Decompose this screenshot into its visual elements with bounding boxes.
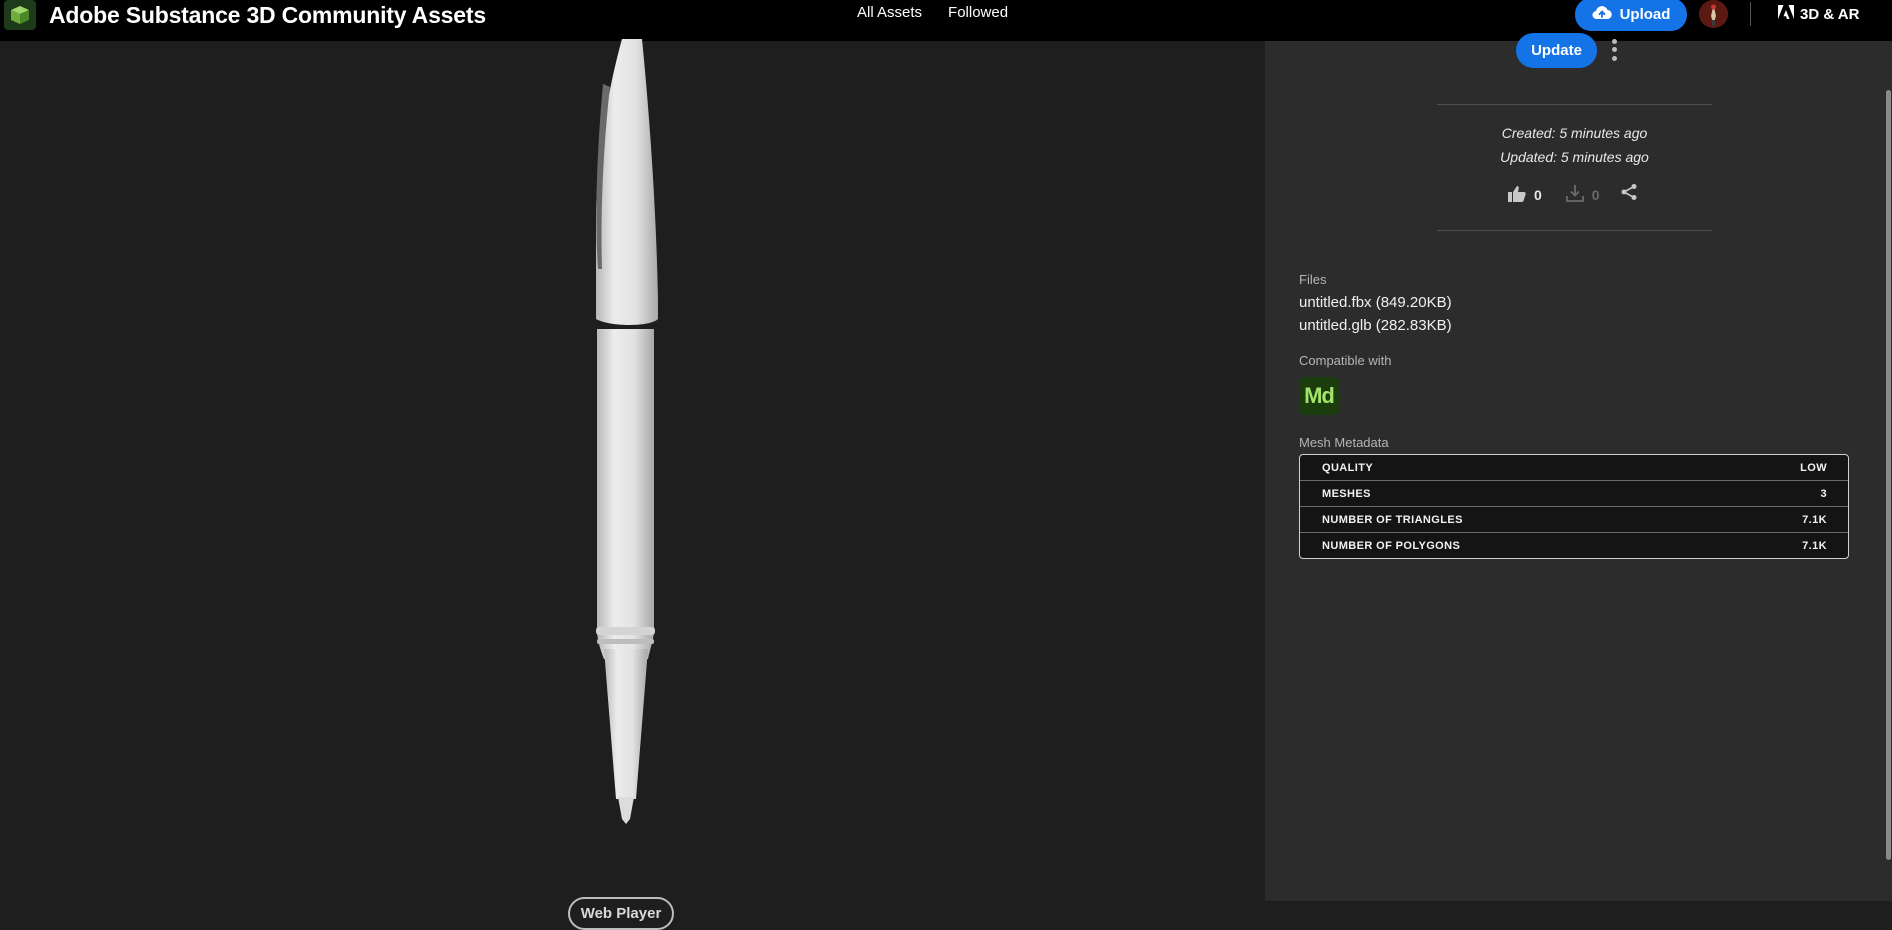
compatible-label: Compatible with [1299, 353, 1392, 368]
header-divider [1750, 2, 1751, 26]
scrollbar-thumb[interactable] [1886, 90, 1891, 860]
updated-date: Updated: 5 minutes ago [1500, 149, 1649, 165]
substance-modeler-badge[interactable]: Md [1299, 377, 1339, 415]
adobe-link-label: 3D & AR [1800, 5, 1860, 23]
app-title: Adobe Substance 3D Community Assets [49, 1, 486, 28]
meta-key: MESHES [1322, 487, 1371, 500]
cloud-upload-icon [1592, 5, 1612, 25]
substance-logo-icon [4, 0, 36, 30]
download-count: 0 [1591, 186, 1600, 203]
table-row: NUMBER OF POLYGONS 7.1K [1300, 533, 1848, 558]
model-viewer[interactable]: Web Player [0, 39, 1265, 930]
web-player-button[interactable]: Web Player [568, 897, 674, 930]
share-icon[interactable] [1620, 183, 1638, 206]
table-row: MESHES 3 [1300, 481, 1848, 507]
download-icon [1565, 184, 1584, 205]
meta-key: NUMBER OF POLYGONS [1322, 540, 1461, 552]
file-item-fbx[interactable]: untitled.fbx (849.20KB) [1299, 294, 1452, 311]
nav-all-assets[interactable]: All Assets [857, 4, 922, 21]
meta-key: NUMBER OF TRIANGLES [1322, 513, 1463, 526]
file-item-glb[interactable]: untitled.glb (282.83KB) [1299, 317, 1452, 334]
asset-stats: 0 0 [1508, 183, 1638, 206]
thumbs-up-icon [1508, 185, 1526, 205]
files-label: Files [1299, 272, 1327, 287]
adobe-icon [1778, 5, 1794, 23]
avatar[interactable] [1699, 0, 1728, 28]
meta-value: 3 [1820, 487, 1827, 500]
like-count: 0 [1534, 186, 1542, 203]
divider-bottom [1437, 230, 1712, 231]
pen-model-render [596, 39, 658, 824]
meta-value: 7.1K [1802, 513, 1827, 526]
adobe-3d-ar-link[interactable]: 3D & AR [1778, 5, 1859, 23]
update-button[interactable]: Update [1516, 33, 1597, 68]
upload-button[interactable]: Upload [1575, 0, 1687, 31]
table-row: NUMBER OF TRIANGLES 7.1K [1300, 507, 1848, 533]
like-stat[interactable]: 0 [1508, 185, 1542, 205]
mesh-metadata-table: QUALITY LOW MESHES 3 NUMBER OF TRIANGLES… [1299, 454, 1849, 559]
divider-top [1437, 104, 1712, 105]
nav-followed[interactable]: Followed [948, 4, 1008, 21]
top-bar: Adobe Substance 3D Community Assets All … [0, 0, 1892, 41]
brand[interactable]: Adobe Substance 3D Community Assets [4, 0, 486, 30]
download-stat[interactable]: 0 [1565, 184, 1600, 205]
kebab-menu-icon[interactable] [1608, 37, 1620, 63]
mesh-metadata-label: Mesh Metadata [1299, 435, 1389, 450]
created-date: Created: 5 minutes ago [1501, 125, 1648, 141]
meta-key: QUALITY [1322, 461, 1374, 474]
table-row: QUALITY LOW [1300, 455, 1848, 481]
upload-label: Upload [1619, 6, 1671, 23]
meta-value: LOW [1800, 461, 1827, 474]
meta-value: 7.1K [1802, 540, 1827, 552]
main-nav: All Assets Followed [857, 4, 1008, 21]
